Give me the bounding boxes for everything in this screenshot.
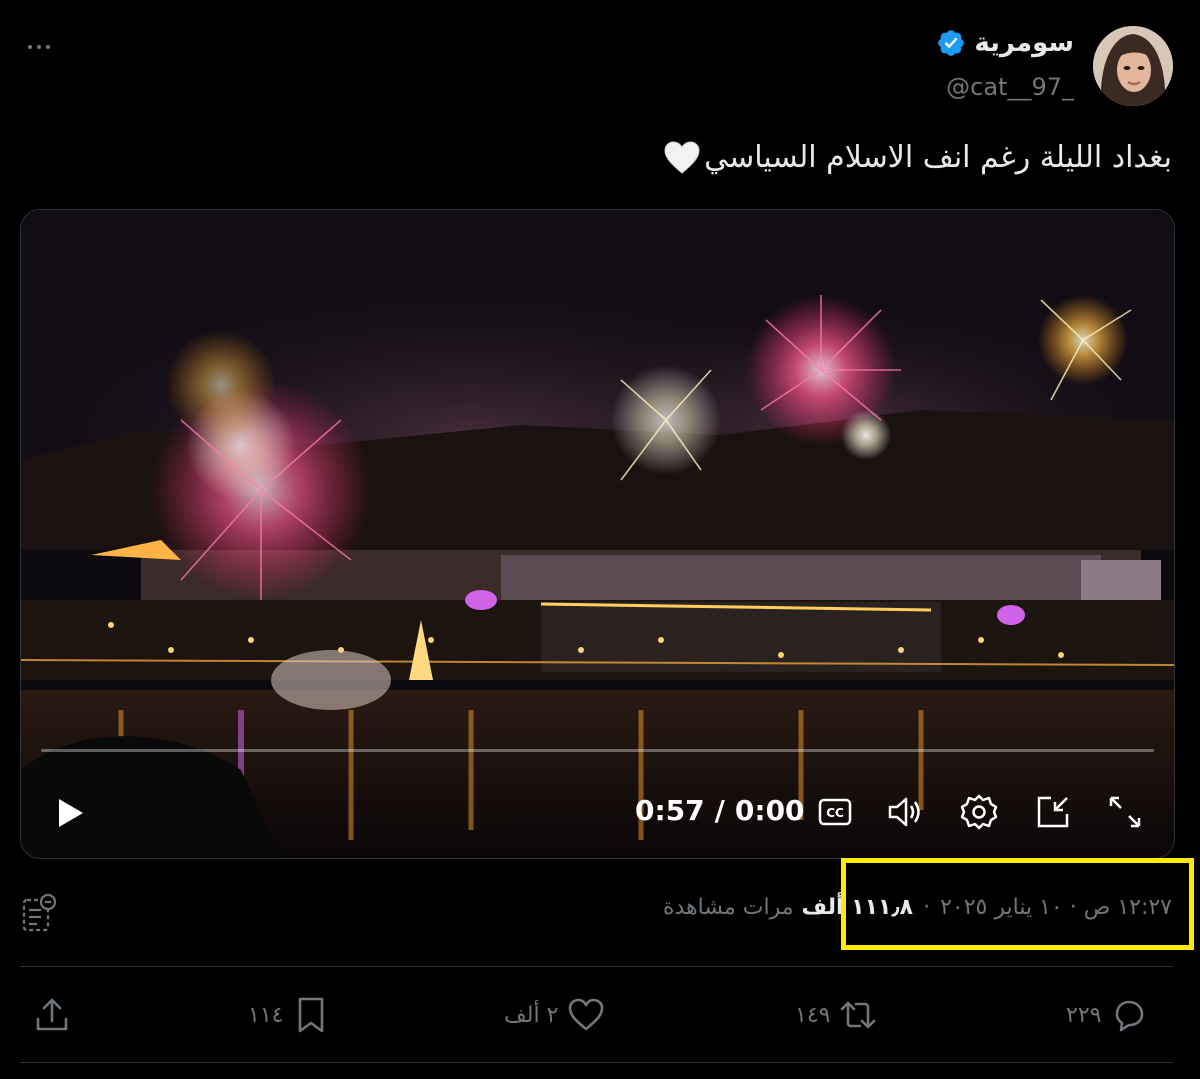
captions-icon[interactable]: CC [815,792,855,832]
author-display-name[interactable]: سومرية [974,28,1074,58]
repost-count: ١٤٩ [795,1002,831,1028]
video-time-separator: / [714,794,725,827]
like-icon [569,998,604,1031]
more-icon-dot [37,45,41,49]
share-icon [36,998,68,1031]
fullscreen-icon[interactable] [1105,792,1145,832]
video-player[interactable]: 0:57 / 0:00 CC [20,209,1175,859]
play-icon[interactable] [49,793,89,833]
reply-button[interactable]: ٢٢٩ [1066,990,1149,1040]
share-button[interactable] [32,990,72,1040]
reply-count: ٢٢٩ [1066,1002,1102,1028]
bookmark-icon [299,997,324,1033]
more-icon [28,45,32,49]
like-count: ٢ ألف [504,1002,559,1028]
bookmark-button[interactable]: ١١٤ [248,990,331,1040]
pip-icon[interactable] [1033,792,1073,832]
more-icon-dot [46,45,50,49]
author-name[interactable]: سومرية [936,28,1074,58]
video-total: 0:00 [734,794,805,827]
reply-icon [1116,1000,1144,1032]
avatar[interactable] [1093,26,1173,106]
divider-bottom [20,1062,1173,1063]
video-progress-bar[interactable] [41,749,1154,752]
timestamp-highlight-box [841,858,1194,950]
heart-emoji-icon [664,140,700,174]
repost-button[interactable]: ١٤٩ [795,990,878,1040]
author-handle[interactable]: @cat__97_ [946,73,1074,101]
tweet-text-body: بغداد الليلة رغم انف الاسلام السياسي [704,140,1172,175]
repost-icon [841,1001,876,1029]
analytics-icon[interactable] [20,892,60,934]
views-label: مرات مشاهدة [662,895,794,920]
settings-icon[interactable] [959,792,999,832]
verified-badge-icon [938,30,965,56]
svg-text:CC: CC [826,806,844,820]
volume-icon[interactable] [885,792,925,832]
video-frame [21,210,1174,858]
like-button[interactable]: ٢ ألف [504,990,606,1040]
bookmark-count: ١١٤ [248,1002,284,1028]
video-time: 0:57 / 0:00 [635,794,805,827]
more-options-button[interactable] [22,30,56,64]
video-elapsed: 0:57 [635,794,705,827]
divider [20,966,1173,967]
avatar-image [1093,26,1173,106]
tweet-text: بغداد الليلة رغم انف الاسلام السياسي [664,140,1172,175]
